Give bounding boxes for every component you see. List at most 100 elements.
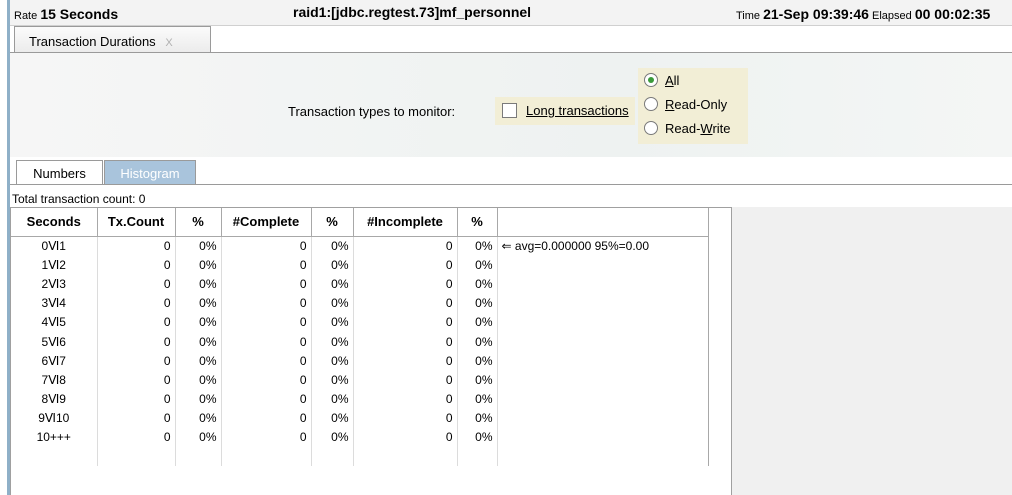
long-transactions-checkbox[interactable] [502,103,517,118]
cell-note: ⇐ avg=0.000000 95%=0.00 [497,236,709,256]
cell-incomplete [353,447,458,467]
rate-prefix: Rate [14,10,38,22]
column-header-note[interactable] [497,208,709,237]
cell-incomplete: 0 [353,331,458,352]
cell-complete: 0 [221,331,312,352]
table-row[interactable]: 3Ⅵ4 0 0% 0 0% 0 0% [11,293,709,313]
transaction-type-radio-group: All Read-Only Read-Write [638,68,748,144]
cell-tx-count: 0 [97,331,176,352]
elapsed-value: 00 00:02:35 [914,6,991,22]
radio-read-write[interactable] [644,121,658,135]
cell-tx-count: 0 [97,274,176,294]
table-row[interactable]: 1Ⅵ2 0 0% 0 0% 0 0% [11,255,709,275]
cell-complete: 0 [221,408,312,428]
tab-histogram[interactable]: Histogram [104,160,196,184]
cell-complete: 0 [221,293,312,313]
cell-complete-percent: 0% [311,236,354,256]
status-bar: Rate 15 Seconds raid1:[jdbc.regtest.73]m… [10,0,1012,26]
cell-complete-percent: 0% [311,312,354,332]
table-row[interactable] [11,447,709,467]
cell-tx-percent: 0% [175,274,222,294]
long-transactions-option[interactable]: Long transactions [495,97,635,125]
radio-read-only[interactable] [644,97,658,111]
time-value: 21-Sep 09:39:46 [763,6,869,22]
table-body: 0Ⅵ1 0 0% 0 0% 0 0% ⇐ avg=0.000000 95%=0.00 1Ⅵ2 0 0… [11,236,709,467]
cell-tx-percent: 0% [175,312,222,332]
cell-seconds: 9Ⅵ10 [11,408,98,428]
cell-note [497,274,709,294]
cell-complete-percent: 0% [311,408,354,428]
cell-tx-percent: 0% [175,255,222,275]
cell-incomplete-percent: 0% [457,427,498,448]
close-icon[interactable]: X [165,37,172,49]
table-row[interactable]: 7Ⅵ8 0 0% 0 0% 0 0% [11,370,709,390]
cell-complete-percent: 0% [311,331,354,352]
table-row[interactable]: 6Ⅵ7 0 0% 0 0% 0 0% [11,351,709,371]
radio-read-only-label[interactable]: Read-Only [665,97,727,112]
cell-tx-count: 0 [97,351,176,371]
cell-complete: 0 [221,427,312,448]
cell-tx-percent: 0% [175,331,222,352]
cell-incomplete: 0 [353,408,458,428]
cell-incomplete: 0 [353,274,458,294]
cell-complete: 0 [221,274,312,294]
cell-incomplete-percent [457,447,498,467]
cell-complete-percent: 0% [311,427,354,448]
cell-seconds: 1Ⅵ2 [11,255,98,275]
radio-all[interactable] [644,73,658,87]
tab-transaction-durations[interactable]: Transaction Durations X [14,26,211,52]
cell-complete-percent: 0% [311,255,354,275]
empty-panel-area [732,207,1012,495]
column-header-incomplete[interactable]: #Incomplete [353,208,458,237]
cell-tx-count [97,447,176,467]
cell-note [497,427,709,448]
tab-numbers[interactable]: Numbers [16,160,103,184]
cell-tx-percent: 0% [175,408,222,428]
cell-tx-percent [175,447,222,467]
cell-seconds: 8Ⅵ9 [11,389,98,409]
cell-tx-count: 0 [97,370,176,390]
cell-incomplete-percent: 0% [457,255,498,275]
time-display: Time 21-Sep 09:39:46 Elapsed 00 00:02:35 [736,6,990,22]
cell-tx-percent: 0% [175,236,222,256]
cell-complete-percent [311,447,354,467]
elapsed-prefix: Elapsed [872,10,912,22]
cell-incomplete: 0 [353,351,458,371]
table-row[interactable]: 10+++ 0 0% 0 0% 0 0% [11,427,709,448]
radio-all-label[interactable]: All [665,73,679,88]
table-row[interactable]: 2Ⅵ3 0 0% 0 0% 0 0% [11,274,709,294]
cell-incomplete-percent: 0% [457,312,498,332]
column-header-tx-count[interactable]: Tx.Count [97,208,176,237]
column-header-tx-percent[interactable]: % [175,208,222,237]
cell-incomplete: 0 [353,427,458,448]
cell-tx-count: 0 [97,293,176,313]
cell-note [497,351,709,371]
column-header-complete-percent[interactable]: % [311,208,354,237]
cell-complete-percent: 0% [311,274,354,294]
table-row[interactable]: 4Ⅵ5 0 0% 0 0% 0 0% [11,312,709,332]
table-row[interactable]: 9Ⅵ10 0 0% 0 0% 0 0% [11,408,709,428]
cell-incomplete: 0 [353,255,458,275]
cell-tx-percent: 0% [175,389,222,409]
table-header-row: Seconds Tx.Count % #Complete % #Incomple… [11,208,709,237]
column-header-seconds[interactable]: Seconds [11,208,98,237]
cell-seconds: 3Ⅵ4 [11,293,98,313]
durations-table-panel: Seconds Tx.Count % #Complete % #Incomple… [10,207,732,495]
cell-seconds: 0Ⅵ1 [11,236,98,256]
cell-complete-percent: 0% [311,389,354,409]
cell-tx-percent: 0% [175,370,222,390]
cell-note [497,293,709,313]
radio-read-write-label[interactable]: Read-Write [665,121,731,136]
subtab-divider [10,184,1012,185]
column-header-complete[interactable]: #Complete [221,208,312,237]
table-row[interactable]: 5Ⅵ6 0 0% 0 0% 0 0% [11,331,709,352]
table-row[interactable]: 8Ⅵ9 0 0% 0 0% 0 0% [11,389,709,409]
rate-display: Rate 15 Seconds [14,6,118,22]
cell-tx-count: 0 [97,427,176,448]
cell-incomplete-percent: 0% [457,389,498,409]
long-transactions-label[interactable]: Long transactions [526,103,629,118]
table-row[interactable]: 0Ⅵ1 0 0% 0 0% 0 0% ⇐ avg=0.000000 95%=0.00 [11,236,709,256]
cell-complete: 0 [221,312,312,332]
column-header-incomplete-percent[interactable]: % [457,208,498,237]
cell-incomplete: 0 [353,370,458,390]
